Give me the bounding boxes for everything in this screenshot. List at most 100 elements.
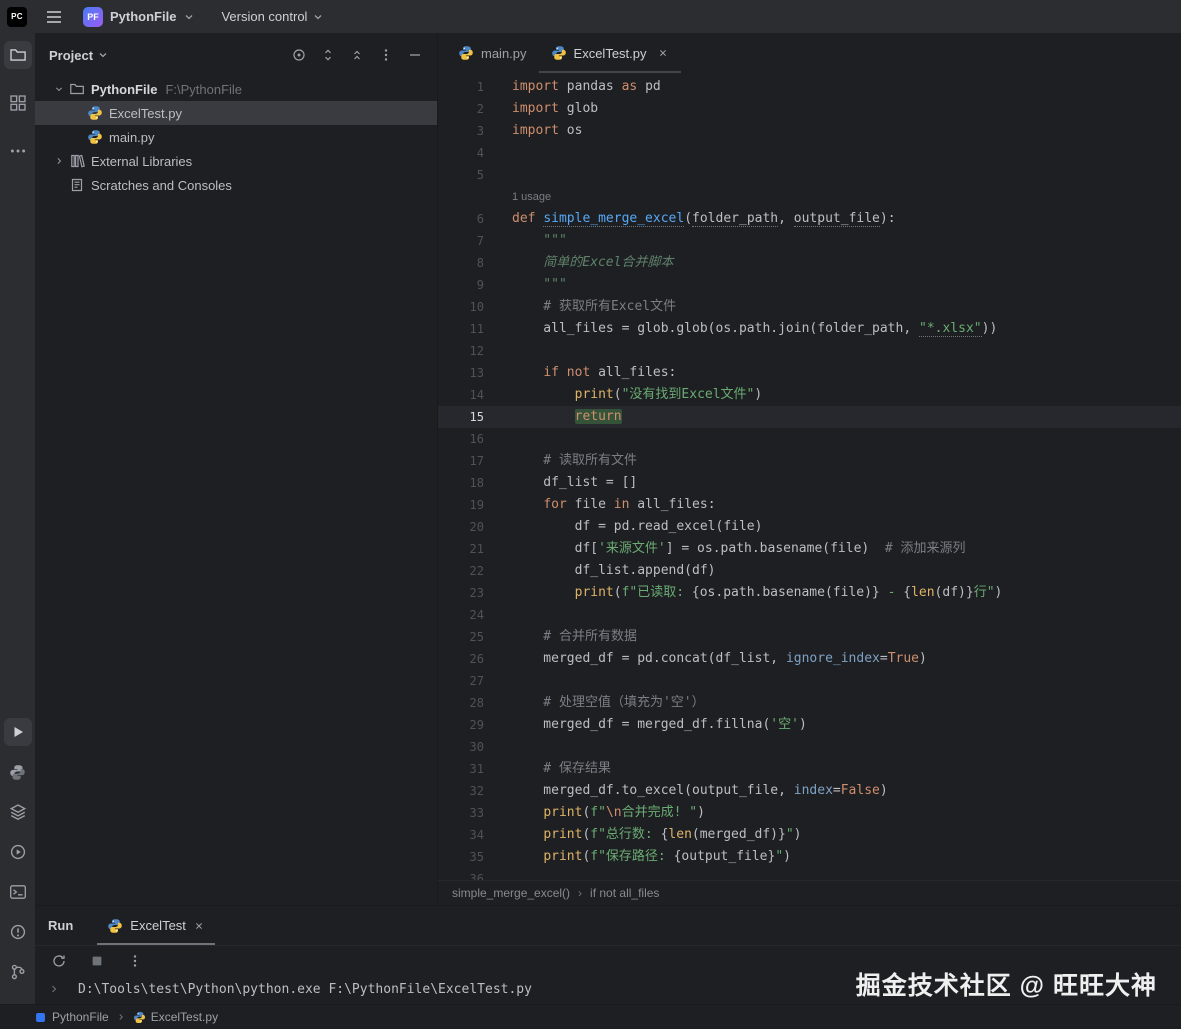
line-number[interactable]: 18: [438, 472, 504, 494]
line-number[interactable]: 24: [438, 604, 504, 626]
line-number[interactable]: 31: [438, 758, 504, 780]
code-line[interactable]: 33 print(f"\n合并完成! "): [438, 802, 1181, 824]
code-line[interactable]: 31 # 保存结果: [438, 758, 1181, 780]
console-fold-arrow-icon[interactable]: [35, 983, 78, 995]
tree-item-scratches-and-consoles[interactable]: Scratches and Consoles: [35, 173, 437, 197]
code-line[interactable]: 1import pandas as pd: [438, 76, 1181, 98]
line-number[interactable]: 13: [438, 362, 504, 384]
services-tool-icon[interactable]: [4, 838, 32, 866]
project-tool-icon[interactable]: [4, 41, 32, 69]
code-line[interactable]: 2import glob: [438, 98, 1181, 120]
line-number[interactable]: 14: [438, 384, 504, 406]
line-number[interactable]: 10: [438, 296, 504, 318]
code-line[interactable]: 25 # 合并所有数据: [438, 626, 1181, 648]
code-line[interactable]: 11 all_files = glob.glob(os.path.join(fo…: [438, 318, 1181, 340]
line-number[interactable]: 11: [438, 318, 504, 340]
line-number[interactable]: 17: [438, 450, 504, 472]
run-tool-icon[interactable]: [4, 718, 32, 746]
project-panel-title[interactable]: Project: [49, 48, 109, 63]
more-tool-windows-icon[interactable]: [4, 137, 32, 165]
line-number[interactable]: 35: [438, 846, 504, 868]
code-line[interactable]: 13 if not all_files:: [438, 362, 1181, 384]
line-number[interactable]: 36: [438, 868, 504, 880]
inlay-hint-row[interactable]: 1 usage: [438, 186, 1181, 208]
code-line[interactable]: 6def simple_merge_excel(folder_path, out…: [438, 208, 1181, 230]
line-number[interactable]: 33: [438, 802, 504, 824]
line-number[interactable]: 30: [438, 736, 504, 758]
tree-item-external-libraries[interactable]: External Libraries: [35, 149, 437, 173]
more-options-button[interactable]: [374, 43, 398, 67]
terminal-tool-icon[interactable]: [4, 878, 32, 906]
statusbar-project-crumb[interactable]: PythonFile: [34, 1010, 109, 1024]
line-number[interactable]: 16: [438, 428, 504, 450]
breadcrumb-item[interactable]: simple_merge_excel(): [452, 886, 570, 900]
hide-panel-button[interactable]: [403, 43, 427, 67]
line-number[interactable]: 20: [438, 516, 504, 538]
rerun-button[interactable]: [48, 950, 70, 972]
code-line[interactable]: 8 简单的Excel合并脚本: [438, 252, 1181, 274]
line-number[interactable]: 8: [438, 252, 504, 274]
project-selector[interactable]: PF PythonFile: [83, 7, 195, 27]
line-number[interactable]: 7: [438, 230, 504, 252]
line-number[interactable]: [438, 186, 504, 208]
code-line[interactable]: 3import os: [438, 120, 1181, 142]
code-line[interactable]: 20 df = pd.read_excel(file): [438, 516, 1181, 538]
code-line[interactable]: 4: [438, 142, 1181, 164]
code-line[interactable]: 29 merged_df = merged_df.fillna('空'): [438, 714, 1181, 736]
line-number[interactable]: 19: [438, 494, 504, 516]
problems-tool-icon[interactable]: [4, 918, 32, 946]
collapse-all-button[interactable]: [345, 43, 369, 67]
editor-tab-main-py[interactable]: main.py: [446, 33, 539, 73]
line-number[interactable]: 22: [438, 560, 504, 582]
version-control-tool-icon[interactable]: [4, 958, 32, 986]
structure-tool-icon[interactable]: [4, 89, 32, 117]
code-line[interactable]: 22 df_list.append(df): [438, 560, 1181, 582]
python-packages-tool-icon[interactable]: [4, 798, 32, 826]
main-menu-icon[interactable]: [41, 4, 67, 30]
code-line[interactable]: 12: [438, 340, 1181, 362]
more-options-icon[interactable]: [124, 950, 146, 972]
breadcrumb-item[interactable]: if not all_files: [590, 886, 659, 900]
line-number[interactable]: 34: [438, 824, 504, 846]
run-tab-exceltest[interactable]: ExcelTest: [97, 906, 215, 945]
code-line[interactable]: 10 # 获取所有Excel文件: [438, 296, 1181, 318]
line-number[interactable]: 21: [438, 538, 504, 560]
line-number[interactable]: 4: [438, 142, 504, 164]
code-line[interactable]: 34 print(f"总行数: {len(merged_df)}"): [438, 824, 1181, 846]
statusbar-file-crumb[interactable]: ExcelTest.py: [133, 1010, 218, 1024]
line-number[interactable]: 23: [438, 582, 504, 604]
line-number[interactable]: 15: [438, 406, 504, 428]
line-number[interactable]: 28: [438, 692, 504, 714]
code-line[interactable]: 28 # 处理空值（填充为'空'）: [438, 692, 1181, 714]
editor-tab-exceltest-py[interactable]: ExcelTest.py: [539, 33, 681, 73]
code-line[interactable]: 24: [438, 604, 1181, 626]
code-line[interactable]: 14 print("没有找到Excel文件"): [438, 384, 1181, 406]
line-number[interactable]: 27: [438, 670, 504, 692]
line-number[interactable]: 25: [438, 626, 504, 648]
close-tab-icon[interactable]: [657, 47, 669, 59]
code-line[interactable]: 18 df_list = []: [438, 472, 1181, 494]
expand-all-button[interactable]: [316, 43, 340, 67]
line-number[interactable]: 26: [438, 648, 504, 670]
code-line[interactable]: 17 # 读取所有文件: [438, 450, 1181, 472]
code-line[interactable]: 19 for file in all_files:: [438, 494, 1181, 516]
line-number[interactable]: 9: [438, 274, 504, 296]
vcs-selector[interactable]: Version control: [221, 9, 324, 24]
line-number[interactable]: 29: [438, 714, 504, 736]
line-number[interactable]: 12: [438, 340, 504, 362]
close-tab-icon[interactable]: [193, 920, 205, 932]
code-line[interactable]: 23 print(f"已读取: {os.path.basename(file)}…: [438, 582, 1181, 604]
code-line[interactable]: 5: [438, 164, 1181, 186]
line-number[interactable]: 2: [438, 98, 504, 120]
code-line[interactable]: 30: [438, 736, 1181, 758]
code-line[interactable]: 36: [438, 868, 1181, 880]
tree-item-exceltest-py[interactable]: ExcelTest.py: [35, 101, 437, 125]
code-line[interactable]: 32 merged_df.to_excel(output_file, index…: [438, 780, 1181, 802]
chevron-right-icon[interactable]: [50, 155, 68, 167]
code-line[interactable]: 7 """: [438, 230, 1181, 252]
code-line[interactable]: 16: [438, 428, 1181, 450]
line-number[interactable]: 1: [438, 76, 504, 98]
code-line[interactable]: 27: [438, 670, 1181, 692]
code-line[interactable]: 9 """: [438, 274, 1181, 296]
tree-item-main-py[interactable]: main.py: [35, 125, 437, 149]
